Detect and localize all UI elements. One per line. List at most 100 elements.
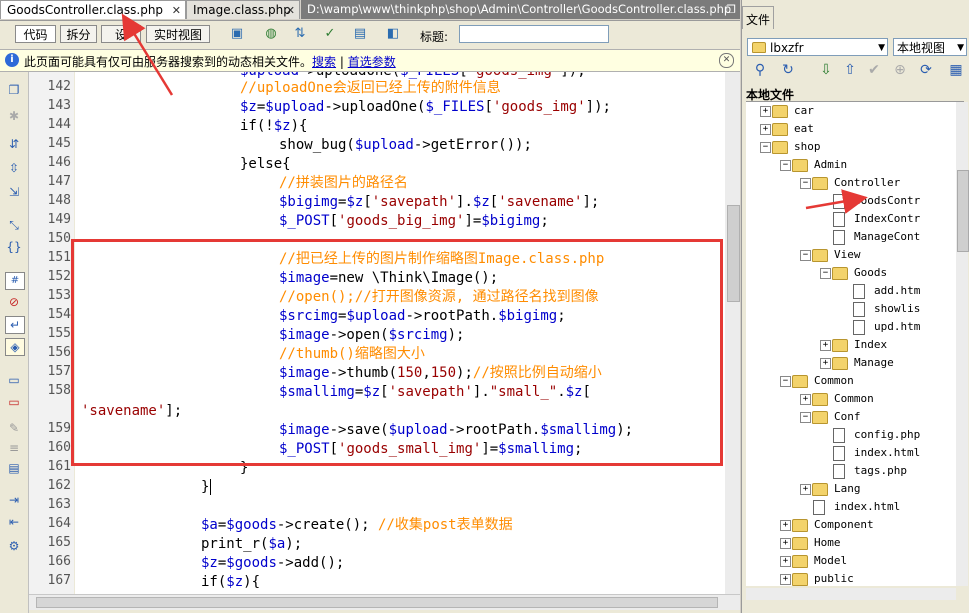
syntax-coloring-icon[interactable]: ◈ [5, 338, 25, 356]
tree-node-config[interactable]: config.php [833, 426, 920, 444]
tree-node-home[interactable]: + Home [780, 534, 841, 552]
scroll-thumb[interactable] [727, 205, 740, 302]
check-out-icon[interactable]: ✔ [864, 60, 884, 80]
synchronize-icon[interactable]: ⟳ [916, 60, 936, 80]
tree-node-car[interactable]: + car [760, 102, 814, 120]
highlight-invalid-code-icon[interactable]: ⊘ [5, 294, 23, 310]
preferences-link[interactable]: 首选参数 [348, 55, 396, 69]
tree-node-index-html[interactable]: index.html [833, 444, 920, 462]
refresh-icon[interactable]: ↻ [778, 60, 798, 80]
visual-aids-icon[interactable]: ▤ [351, 26, 369, 42]
expand-icon[interactable]: + [780, 574, 791, 585]
code-vertical-scrollbar[interactable] [725, 72, 740, 594]
close-icon[interactable]: ✕ [286, 1, 295, 20]
tree-node-controller[interactable]: − Controller [800, 174, 900, 192]
collapse-icon[interactable]: − [780, 160, 791, 171]
expand-icon[interactable]: + [800, 394, 811, 405]
tree-node-goods[interactable]: − Goods [820, 264, 887, 282]
view-select[interactable]: 本地视图 ▼ [893, 38, 967, 56]
connect-icon[interactable]: ⚲ [750, 60, 770, 80]
tree-node-showlist[interactable]: showlis [853, 300, 920, 318]
expand-icon[interactable]: + [780, 520, 791, 531]
word-wrap-icon[interactable]: ↵ [5, 316, 25, 334]
site-select[interactable]: lbxzfr ▼ [747, 38, 888, 56]
tree-node-indexcontroller[interactable]: IndexContr [833, 210, 920, 228]
expand-icon[interactable]: + [780, 556, 791, 567]
tree-node-index-html-2[interactable]: index.html [813, 498, 900, 516]
apply-comment-icon[interactable]: ▭ [5, 372, 23, 388]
expand-all-icon[interactable]: ⇲ [5, 184, 23, 200]
tree-node-component[interactable]: + Component [780, 516, 874, 534]
tree-node-admin[interactable]: − Admin [780, 156, 847, 174]
line-numbers-icon[interactable]: # [5, 272, 25, 290]
collapse-icon[interactable]: − [800, 250, 811, 261]
title-input[interactable] [459, 25, 609, 43]
tree-horizontal-scrollbar[interactable] [746, 588, 956, 600]
expand-icon[interactable]: + [800, 484, 811, 495]
tab-image-class[interactable]: Image.class.php ✕ [186, 0, 300, 19]
tree-node-lang[interactable]: + Lang [800, 480, 861, 498]
collapse-full-tag-icon[interactable]: ⇵ [5, 136, 23, 152]
document-toolbar: 代码 拆分 设 实时视图 ▣ ◍ ⇅ ✓ ▤ ◧ 标题: [0, 21, 740, 50]
balance-braces-icon[interactable]: {} [5, 239, 23, 255]
php-file-icon [833, 464, 845, 479]
collapse-icon[interactable]: − [780, 376, 791, 387]
expand-icon[interactable]: + [820, 340, 831, 351]
collapse-icon[interactable]: − [820, 268, 831, 279]
close-icon[interactable]: ✕ [172, 1, 181, 20]
collapse-icon[interactable]: − [800, 412, 811, 423]
tree-node-shop[interactable]: − shop [760, 138, 821, 156]
show-code-navigator-icon[interactable]: ✱ [5, 108, 23, 124]
design-view-button[interactable]: 设 [101, 25, 141, 43]
expand-icon[interactable]: + [760, 124, 771, 135]
check-in-icon[interactable]: ⊕ [890, 60, 910, 80]
get-files-icon[interactable]: ⇩ [816, 60, 836, 80]
live-view-button[interactable]: 实时视图 [146, 25, 210, 43]
code-view-button[interactable]: 代码 [15, 25, 56, 43]
expand-icon[interactable]: + [780, 538, 791, 549]
tree-node-goodscontroller[interactable]: GoodsContr [833, 192, 920, 210]
collapse-icon[interactable]: − [760, 142, 771, 153]
wrap-tag-icon[interactable]: ✎ [5, 420, 23, 436]
multiscreen-icon[interactable]: ▣ [228, 26, 246, 42]
file-management-icon[interactable]: ⇅ [291, 26, 309, 42]
search-link[interactable]: 搜索 [312, 55, 336, 69]
scroll-thumb[interactable] [957, 170, 969, 252]
collapse-icon[interactable]: − [800, 178, 811, 189]
outdent-code-icon[interactable]: ⇤ [5, 514, 23, 530]
remove-comment-icon[interactable]: ▭ [5, 394, 23, 410]
tree-node-view[interactable]: − View [800, 246, 861, 264]
tab-goods-controller[interactable]: GoodsController.class.php ✕ [0, 0, 186, 19]
tree-node-manage[interactable]: + Manage [820, 354, 894, 372]
tree-node-upd[interactable]: upd.htm [853, 318, 920, 336]
split-view-button[interactable]: 拆分 [60, 25, 97, 43]
check-page-icon[interactable]: ✓ [321, 26, 339, 42]
close-icon[interactable]: ✕ [719, 53, 734, 68]
expand-panel-icon[interactable]: ▦ [946, 60, 966, 80]
tree-node-public[interactable]: + public [780, 570, 854, 586]
tree-node-tags[interactable]: tags.php [833, 462, 907, 480]
put-files-icon[interactable]: ⇧ [840, 60, 860, 80]
preview-browser-icon[interactable]: ◍ [262, 26, 280, 42]
line-number: 155 [47, 326, 71, 341]
tree-node-common[interactable]: − Common [780, 372, 854, 390]
tree-node-add[interactable]: add.htm [853, 282, 920, 300]
expand-icon[interactable]: + [760, 106, 771, 117]
tree-node-managecontroller[interactable]: ManageCont [833, 228, 920, 246]
open-documents-icon[interactable]: ❐ [5, 82, 23, 98]
select-parent-tag-icon[interactable]: ⤡ [5, 217, 23, 233]
tree-node-model[interactable]: + Model [780, 552, 847, 570]
refresh-design-icon[interactable]: ◧ [384, 26, 402, 42]
collapse-selection-icon[interactable]: ⇳ [5, 160, 23, 176]
expand-icon[interactable]: + [820, 358, 831, 369]
tree-node-common-sub[interactable]: + Common [800, 390, 874, 408]
indent-code-icon[interactable]: ⇥ [5, 492, 23, 508]
restore-icon[interactable]: ❐ [726, 0, 736, 19]
tree-node-index[interactable]: + Index [820, 336, 887, 354]
tree-node-eat[interactable]: + eat [760, 120, 814, 138]
move-css-icon[interactable]: ▤ [5, 460, 23, 476]
format-source-icon[interactable]: ⚙ [5, 538, 23, 554]
recent-snippets-icon[interactable]: ≡ [5, 440, 23, 456]
scroll-thumb[interactable] [36, 597, 718, 608]
tree-node-conf[interactable]: − Conf [800, 408, 861, 426]
